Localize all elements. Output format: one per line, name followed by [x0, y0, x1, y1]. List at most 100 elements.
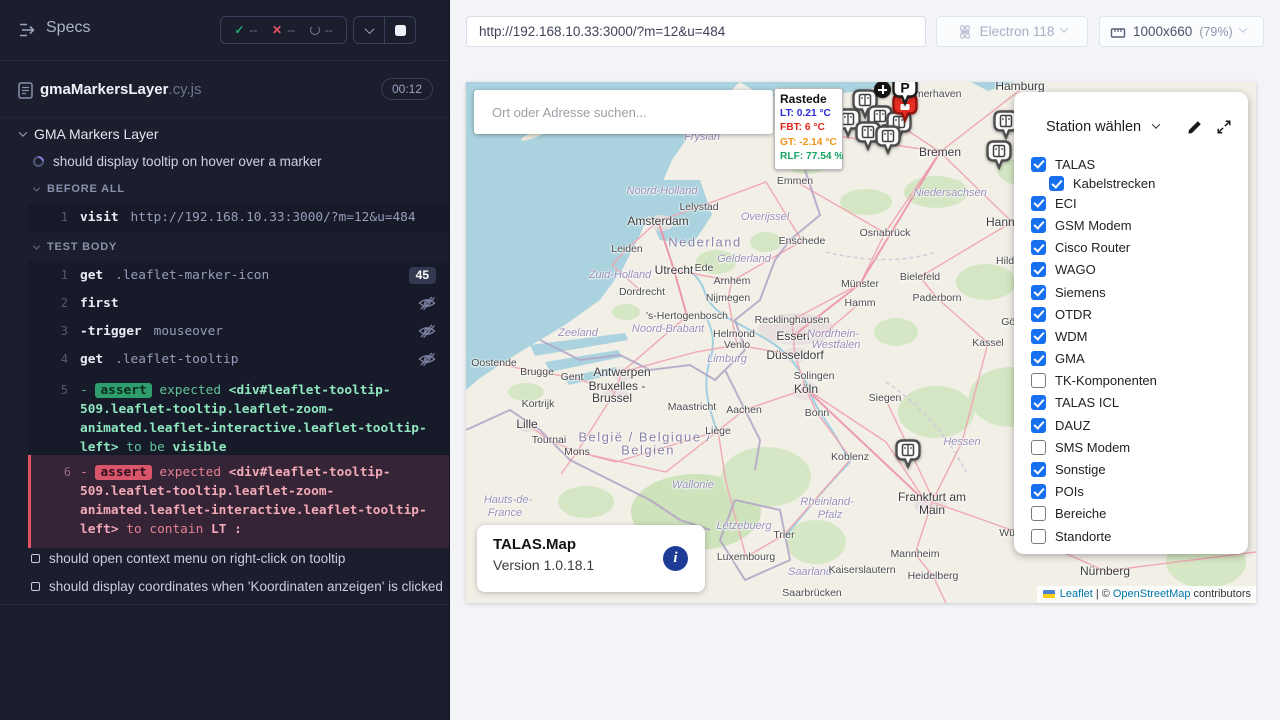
- chevron-down-icon[interactable]: [1152, 120, 1160, 128]
- checkbox[interactable]: [1031, 157, 1046, 172]
- command-row[interactable]: 4 get .leaflet-tooltip: [28, 345, 449, 373]
- map-place-label: Rheinland-: [800, 496, 853, 508]
- edit-pencil-icon[interactable]: [1186, 119, 1203, 136]
- checkbox[interactable]: [1031, 196, 1046, 211]
- search-input[interactable]: [474, 90, 773, 134]
- station-type-row[interactable]: ECI: [1031, 192, 1248, 214]
- station-type-row[interactable]: Standorte: [1031, 525, 1248, 547]
- leaflet-map[interactable]: Fryslân Noord-Holland Lelystad Amsterdam…: [466, 82, 1256, 603]
- station-type-row[interactable]: TALAS ICL: [1031, 392, 1248, 414]
- viewport-selector[interactable]: 1000x660 (79%): [1099, 16, 1264, 47]
- map-place-label: Limburg: [707, 353, 747, 365]
- leaflet-tooltip[interactable]: Rastede LT: 0.21 °C FBT: 6 °C GT: -2.14 …: [774, 88, 843, 170]
- map-place-label: Lille: [516, 417, 537, 431]
- station-type-row[interactable]: GSM Modem: [1031, 214, 1248, 236]
- map-place-label: Dordrecht: [619, 286, 665, 298]
- url-bar[interactable]: [466, 16, 926, 47]
- command-row[interactable]: 1 get .leaflet-marker-icon 45: [28, 261, 449, 289]
- reporter-header: Specs ✓-- ✕-- --: [18, 16, 433, 46]
- assert-badge: assert: [95, 465, 151, 480]
- checkbox[interactable]: [1049, 176, 1064, 191]
- divider: [0, 60, 449, 61]
- checkbox[interactable]: [1031, 484, 1046, 499]
- p-marker[interactable]: P: [891, 82, 919, 109]
- station-type-row[interactable]: TK-Komponenten: [1031, 370, 1248, 392]
- station-type-row[interactable]: POIs: [1031, 481, 1248, 503]
- station-type-row[interactable]: TALAS: [1031, 153, 1248, 175]
- collapse-button[interactable]: [354, 17, 384, 43]
- map-place-label: Tournai: [532, 434, 566, 446]
- station-type-row[interactable]: GMA: [1031, 348, 1248, 370]
- station-type-row[interactable]: Siemens: [1031, 281, 1248, 303]
- chevron-down-icon: [1238, 24, 1246, 32]
- command-args: .leaflet-marker-icon: [115, 268, 269, 283]
- command-row[interactable]: 3 -trigger mouseover: [28, 317, 449, 345]
- checkbox[interactable]: [1031, 285, 1046, 300]
- tooltip-measurement: FBT: 6 °C: [780, 121, 837, 135]
- pending-test[interactable]: should display coordinates when 'Koordin…: [31, 579, 443, 594]
- station-type-row[interactable]: WAGO: [1031, 259, 1248, 281]
- pending-test[interactable]: should open context menu on right-click …: [31, 551, 345, 566]
- checkbox[interactable]: [1031, 418, 1046, 433]
- checkbox[interactable]: [1031, 351, 1046, 366]
- station-type-label: SMS Modem: [1055, 440, 1130, 455]
- leaflet-link[interactable]: Leaflet: [1060, 588, 1093, 600]
- checkbox[interactable]: [1031, 218, 1046, 233]
- map-place-label: Venlo: [724, 339, 750, 351]
- checkbox[interactable]: [1031, 240, 1046, 255]
- station-type-label: ECI: [1055, 196, 1077, 211]
- map-place-label: Bremen: [919, 145, 961, 159]
- checkbox[interactable]: [1031, 440, 1046, 455]
- info-icon[interactable]: i: [663, 546, 688, 571]
- map-search-box[interactable]: [474, 90, 773, 134]
- station-type-row[interactable]: Sonstige: [1031, 458, 1248, 480]
- osm-link[interactable]: OpenStreetMap: [1113, 588, 1191, 600]
- map-place-label: Belgien: [621, 443, 675, 458]
- checkbox[interactable]: [1031, 462, 1046, 477]
- station-select-label[interactable]: Station wählen: [1046, 119, 1141, 135]
- checkbox[interactable]: [1031, 529, 1046, 544]
- station-type-row[interactable]: SMS Modem: [1031, 436, 1248, 458]
- map-place-label: Kortrijk: [522, 398, 555, 410]
- station-type-row[interactable]: Cisco Router: [1031, 237, 1248, 259]
- checkbox[interactable]: [1031, 262, 1046, 277]
- active-test[interactable]: should display tooltip on hover over a m…: [33, 154, 322, 169]
- assert-passed[interactable]: 5 - assert expected <div#leaflet-tooltip…: [28, 373, 449, 466]
- checkbox[interactable]: [1031, 307, 1046, 322]
- station-marker[interactable]: [894, 438, 922, 472]
- browser-selector[interactable]: Electron 118: [936, 16, 1088, 47]
- tooltip-measurement: LT: 0.21 °C: [780, 107, 837, 121]
- station-type-row[interactable]: DAUZ: [1031, 414, 1248, 436]
- station-type-row[interactable]: WDM: [1031, 325, 1248, 347]
- map-place-label: Bielefeld: [900, 271, 940, 283]
- checkbox[interactable]: [1031, 506, 1046, 521]
- expand-icon[interactable]: [1216, 119, 1232, 135]
- station-type-list: TALAS Kabelstrecken ECI: [1031, 153, 1248, 547]
- command-log-block: 1 get .leaflet-marker-icon 45 2 first: [28, 261, 449, 466]
- suite-title[interactable]: GMA Markers Layer: [20, 126, 158, 142]
- url-input[interactable]: [467, 17, 925, 46]
- spec-duration: 00:12: [381, 78, 433, 100]
- station-type-row[interactable]: Kabelstrecken: [1049, 175, 1248, 192]
- command-row[interactable]: 2 first: [28, 289, 449, 317]
- divider: [0, 604, 449, 605]
- app-title: TALAS.Map: [493, 536, 689, 553]
- checkbox[interactable]: [1031, 373, 1046, 388]
- spec-file-row[interactable]: gmaMarkersLayer.cy.js 00:12: [18, 76, 433, 106]
- stop-button[interactable]: [384, 17, 415, 43]
- checkbox[interactable]: [1031, 329, 1046, 344]
- assert-failed[interactable]: 6 - assert expected <div#leaflet-tooltip…: [31, 455, 449, 548]
- test-body-hook[interactable]: TEST BODY: [34, 241, 117, 253]
- station-type-row[interactable]: Bereiche: [1031, 503, 1248, 525]
- station-type-row[interactable]: OTDR: [1031, 303, 1248, 325]
- command-visit[interactable]: 1 visit http://192.168.10.33:3000/?m=12&…: [28, 203, 449, 231]
- station-marker[interactable]: [985, 139, 1013, 173]
- specs-title[interactable]: Specs: [46, 19, 90, 37]
- app-version: Version 1.0.18.1: [493, 557, 689, 573]
- tooltip-rows: LT: 0.21 °C FBT: 6 °C GT: -2.14 °C RLF: …: [780, 107, 837, 165]
- map-place-label: Koblenz: [831, 451, 869, 463]
- checkbox[interactable]: [1031, 395, 1046, 410]
- station-marker[interactable]: [874, 124, 902, 158]
- before-all-hook[interactable]: BEFORE ALL: [34, 183, 125, 195]
- specs-menu-icon[interactable]: [18, 21, 38, 39]
